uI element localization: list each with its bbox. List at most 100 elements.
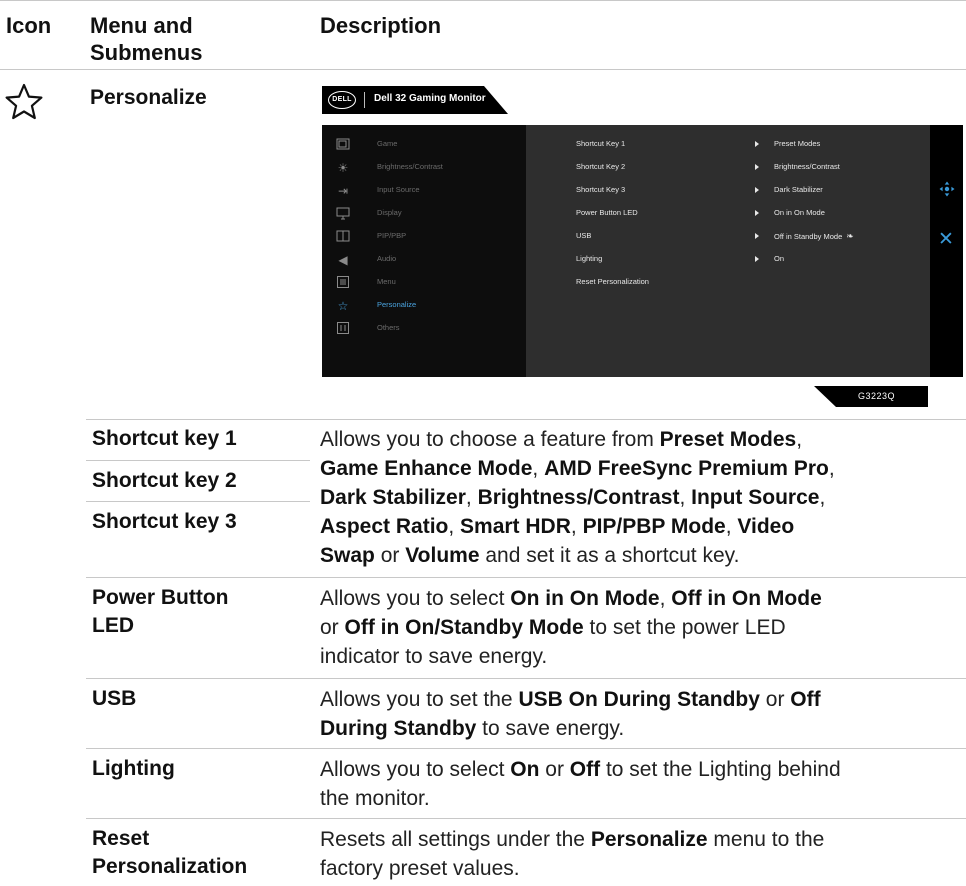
row-divider [86,818,966,819]
osd-submenu-value: On in On Mode [774,208,825,217]
osd-submenu-label: Reset Personalization [576,277,649,286]
brightness-icon: ☀ [337,161,349,175]
description-line: Game Enhance Mode, AMD FreeSync Premium … [320,454,835,483]
osd-nav-column: ✕ [930,125,963,377]
bold-term: Off [569,758,601,781]
osd-submenu-item-shortcut-key-1[interactable]: Shortcut Key 1 Preset Modes [526,135,930,157]
bold-term: Off [790,688,821,711]
osd-submenu-item-power-button-led[interactable]: Power Button LED On in On Mode [526,204,930,226]
description-line: Allows you to select On in On Mode, Off … [320,584,822,613]
text: factory preset values. [320,857,520,880]
osd-menu-item-others[interactable]: Others [322,319,526,341]
osd-menu-item-audio[interactable]: ◀ Audio [322,250,526,272]
joystick-move-icon[interactable] [939,181,955,197]
arrow-right-icon [755,256,759,262]
bold-term: Input Source [691,486,820,509]
text: or [320,616,345,639]
text: to set the power LED [583,616,786,639]
description-power-button-led: Allows you to select On in On Mode, Off … [320,584,822,671]
bold-term: Off in On Mode [671,587,822,610]
input-source-icon: ⇥ [337,184,349,198]
text: , [532,457,545,480]
arrow-right-icon [755,187,759,193]
row-label-shortcut-key-1: Shortcut key 1 [92,427,237,450]
description-line: the monitor. [320,784,841,813]
osd-menu-item-pip-pbp[interactable]: PIP/PBP [322,227,526,249]
bold-term: Preset Modes [659,428,797,451]
osd-submenu-value: Dark Stabilizer [774,185,823,194]
row-label-shortcut-key-3: Shortcut key 3 [92,510,237,533]
text: , [448,515,461,538]
osd-submenu-item-reset-personalization[interactable]: Reset Personalization [526,273,930,295]
text: , [819,486,826,509]
text: , [828,457,835,480]
others-icon [336,322,350,336]
osd-submenu-value-text: Off in Standby Mode [774,232,843,241]
header-bottom-rule [0,69,966,70]
osd-submenu-label: Shortcut Key 1 [576,139,626,148]
row-label-line: Personalization [92,855,248,878]
game-icon [336,138,350,152]
osd-submenu-label: Lighting [576,254,603,263]
osd-submenu-item-shortcut-key-2[interactable]: Shortcut Key 2 Brightness/Contrast [526,158,930,180]
osd-title-tab: DELL Dell 32 Gaming Monitor [322,86,508,114]
description-line: Allows you to select On or Off to set th… [320,755,841,784]
osd-menu-item-label: Audio [377,254,397,263]
row-divider [86,678,966,679]
osd-menu-item-game[interactable]: Game [322,135,526,157]
description-lighting: Allows you to select On or Off to set th… [320,755,841,813]
bold-term: Brightness/Contrast [477,486,680,509]
osd-menu-item-label: Game [377,139,398,148]
osd-menu-item-menu[interactable]: Menu [322,273,526,295]
description-usb: Allows you to set the USB On During Stan… [320,685,821,743]
text: to set the Lighting behind [600,758,841,781]
eco-leaf-icon: ❧ [846,231,854,241]
column-header-menu-line1: Menu and [90,13,193,38]
osd-submenu-label: USB [576,231,592,240]
text: Allows you to set the [320,688,519,711]
close-icon[interactable]: ✕ [938,230,954,249]
pip-icon [336,230,350,244]
osd-menu-item-personalize[interactable]: ☆ Personalize [322,296,526,318]
osd-submenu-value: On [774,254,785,263]
text: or [759,688,791,711]
description-line: Allows you to set the USB On During Stan… [320,685,821,714]
bold-term: On in On Mode [510,587,660,610]
column-header-menu: Menu and Submenus [90,12,202,66]
row-label-lighting: Lighting [92,757,175,780]
text: or [374,544,406,567]
osd-menu-item-input-source[interactable]: ⇥ Input Source [322,181,526,203]
osd-submenu-item-lighting[interactable]: Lighting On [526,250,930,272]
osd-submenu-item-shortcut-key-3[interactable]: Shortcut Key 3 Dark Stabilizer [526,181,930,203]
bold-term: Personalize [590,828,708,851]
arrow-right-icon [755,141,759,147]
star-icon [4,82,44,122]
arrow-right-icon [755,233,759,239]
osd-main-menu: Game ☀ Brightness/Contrast ⇥ Input Sourc… [322,125,526,377]
text: or [539,758,570,781]
bold-term: On [510,758,540,781]
text: Resets all settings under the [320,828,591,851]
osd-submenu-label: Power Button LED [576,208,638,217]
text: , [725,515,738,538]
osd-submenu-label: Shortcut Key 3 [576,185,626,194]
description-line: indicator to save energy. [320,642,822,671]
arrow-right-icon [755,210,759,216]
osd-submenu-item-usb[interactable]: USB Off in Standby Mode ❧ [526,227,930,249]
dell-logo: DELL [328,91,356,109]
osd-menu-item-brightness-contrast[interactable]: ☀ Brightness/Contrast [322,158,526,180]
osd-title: Dell 32 Gaming Monitor [374,93,486,104]
display-icon [336,207,350,221]
osd-menu-item-label: Brightness/Contrast [377,162,443,171]
bold-term: USB On During Standby [518,688,760,711]
row-label-line: LED [92,614,134,637]
text: indicator to save energy. [320,645,548,668]
osd-submenu-value: Preset Modes [774,139,821,148]
star-icon: ☆ [337,299,349,313]
description-shortcut-keys: Allows you to choose a feature from Pres… [320,425,835,570]
osd-menu-item-display[interactable]: Display [322,204,526,226]
description-reset-personalization: Resets all settings under the Personaliz… [320,825,824,883]
bold-term: Smart HDR [460,515,571,538]
text: the monitor. [320,787,430,810]
description-line: factory preset values. [320,854,824,883]
